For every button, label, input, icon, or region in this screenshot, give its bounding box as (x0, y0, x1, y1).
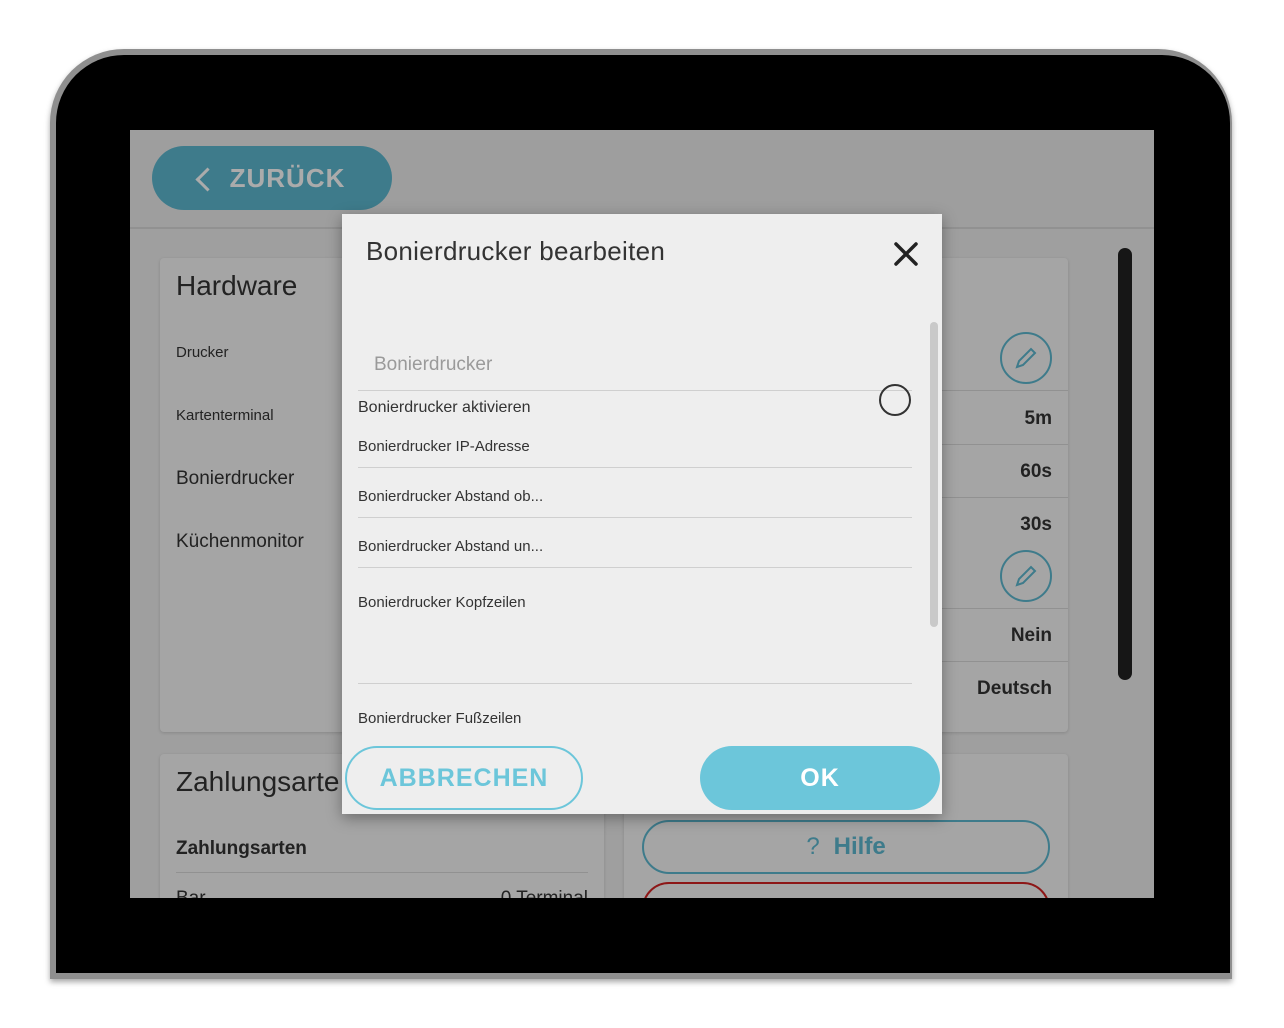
input-underline (358, 567, 912, 568)
input-underline (358, 467, 912, 468)
input-underline (358, 517, 912, 518)
margin-bottom-field[interactable]: Bonierdrucker Abstand un... (358, 538, 543, 555)
dialog-form: Bonierdrucker Bonierdrucker aktivieren B… (358, 322, 912, 740)
ok-button[interactable]: OK (700, 746, 940, 810)
header-lines-field[interactable]: Bonierdrucker Kopfzeilen (358, 594, 526, 611)
margin-top-field[interactable]: Bonierdrucker Abstand ob... (358, 488, 543, 505)
printer-name-input[interactable]: Bonierdrucker (374, 354, 492, 376)
ip-address-field[interactable]: Bonierdrucker IP-Adresse (358, 438, 530, 455)
close-icon[interactable] (892, 240, 920, 268)
cancel-button[interactable]: ABBRECHEN (345, 746, 583, 810)
input-underline (358, 390, 912, 391)
footer-lines-field[interactable]: Bonierdrucker Fußzeilen (358, 710, 521, 727)
edit-printer-dialog: Bonierdrucker bearbeiten Bonierdrucker B… (342, 214, 942, 814)
input-underline (358, 683, 912, 684)
activate-label: Bonierdrucker aktivieren (358, 399, 531, 416)
dialog-title: Bonierdrucker bearbeiten (366, 236, 666, 266)
dialog-scrollbar[interactable] (930, 322, 938, 627)
screen: ZURÜCK Hardware Drucker Kartenterminal B… (130, 130, 1154, 898)
activate-toggle[interactable] (879, 384, 911, 416)
